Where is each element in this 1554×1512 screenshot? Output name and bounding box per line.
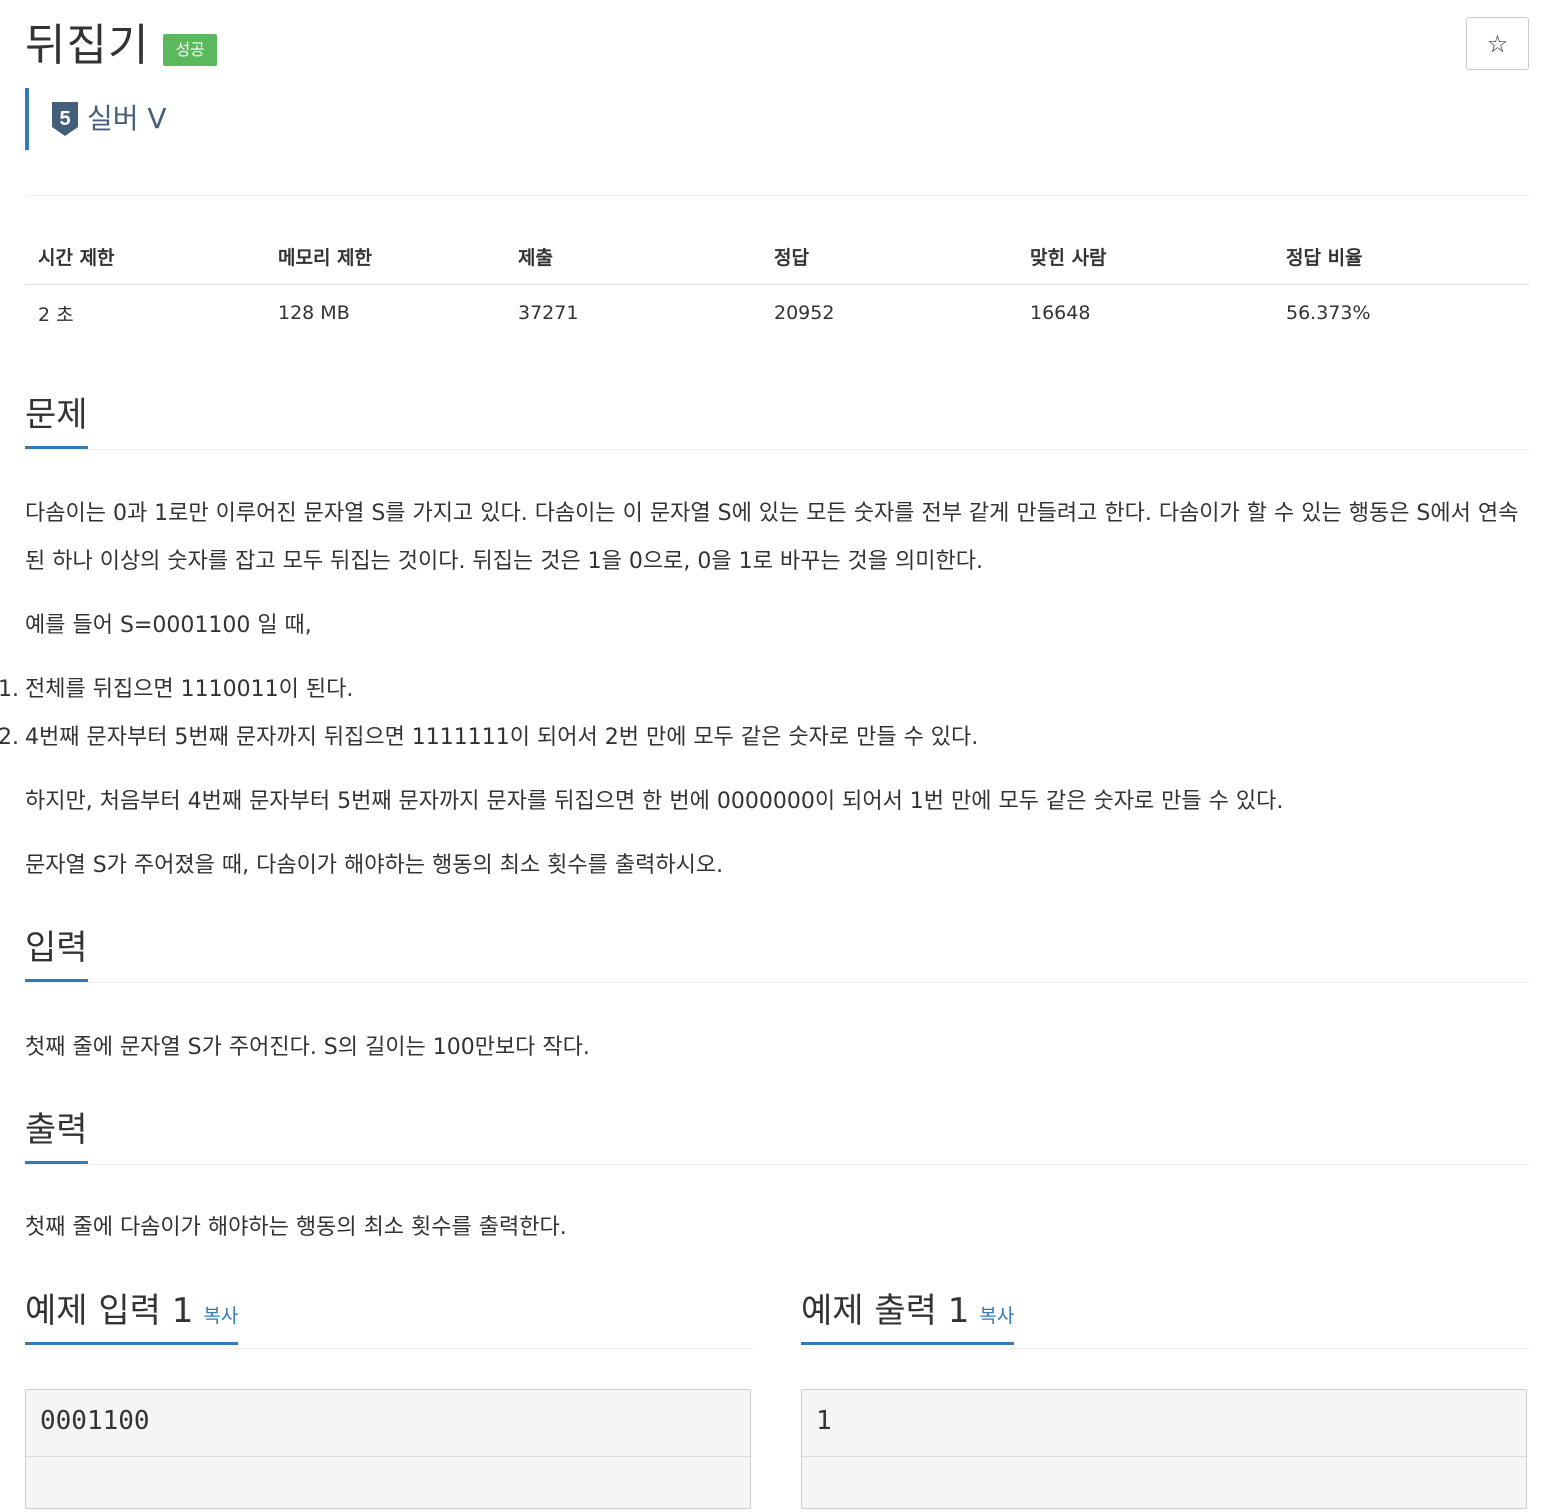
tier-block: 5 실버 V	[25, 88, 167, 150]
sample-output-title-wrap: 예제 출력 1 복사	[801, 1290, 1015, 1345]
list-item-text: 전체를 뒤집으면 1110011이 된다.	[25, 677, 354, 702]
sample-input-divider	[26, 1456, 750, 1457]
sample-input-title-wrap: 예제 입력 1 복사	[25, 1290, 239, 1345]
info-table-row: 2 초 128 MB 37271 20952 16648 56.373%	[25, 285, 1529, 342]
sample-output-column: 예제 출력 1 복사 1	[801, 1290, 1529, 1509]
list-item-number: 2.	[0, 725, 19, 750]
problem-title: 뒤집기	[25, 20, 150, 71]
description-section-divider	[25, 449, 1529, 450]
output-description: 첫째 줄에 다솜이가 해야하는 행동의 최소 횟수를 출력한다.	[25, 1215, 567, 1240]
sample-output-box[interactable]: 1	[801, 1389, 1527, 1509]
sample-input-copy-button[interactable]: 복사	[203, 1305, 238, 1327]
description-list: 1. 전체를 뒤집으면 1110011이 된다. 2. 4번째 문자부터 5번째…	[0, 666, 979, 762]
sample-output-text: 1	[816, 1406, 832, 1436]
sample-output-divider	[802, 1456, 1526, 1457]
description-paragraph-2: 예를 들어 S=0001100 일 때,	[25, 613, 312, 638]
sample-input-text: 0001100	[40, 1406, 150, 1436]
list-item-number: 1.	[0, 677, 19, 702]
silver-tier-icon: 5	[52, 102, 78, 136]
sample-input-header: 예제 입력 1 복사	[25, 1290, 753, 1349]
info-table-header-row: 시간 제한 메모리 제한 제출 정답 맞힌 사람 정답 비율	[25, 228, 1529, 285]
list-item: 2. 4번째 문자부터 5번째 문자까지 뒤집으면 1111111이 되어서 2…	[0, 714, 979, 762]
sample-input-title: 예제 입력 1	[25, 1291, 194, 1331]
info-header-memory: 메모리 제한	[265, 228, 505, 285]
description-section-title: 문제	[25, 398, 88, 449]
description-paragraph-4: 문자열 S가 주어졌을 때, 다솜이가 해야하는 행동의 최소 횟수를 출력하시…	[25, 853, 724, 878]
input-description: 첫째 줄에 문자열 S가 주어진다. S의 길이는 100만보다 작다.	[25, 1035, 590, 1060]
list-item-text: 4번째 문자부터 5번째 문자까지 뒤집으면 1111111이 되어서 2번 만…	[25, 725, 979, 750]
description-paragraph-1: 다솜이는 0과 1로만 이루어진 문자열 S를 가지고 있다. 다솜이는 이 문…	[25, 501, 1519, 574]
info-value-time: 2 초	[38, 303, 74, 326]
sample-input-box[interactable]: 0001100	[25, 1389, 751, 1509]
info-value-submissions[interactable]: 37271	[505, 285, 761, 342]
sample-output-header: 예제 출력 1 복사	[801, 1290, 1529, 1349]
info-header-time: 시간 제한	[25, 228, 265, 285]
tier-level-text: 5	[59, 108, 70, 130]
result-badge: 성공	[163, 34, 217, 66]
sample-input-column: 예제 입력 1 복사 0001100	[25, 1290, 753, 1509]
sample-output-copy-button[interactable]: 복사	[979, 1305, 1014, 1327]
input-section-title: 입력	[25, 931, 88, 982]
description-paragraph-3: 하지만, 처음부터 4번째 문자부터 5번째 문자까지 문자를 뒤집으면 한 번…	[25, 789, 1284, 814]
info-header-solvers: 맞힌 사람	[1017, 228, 1273, 285]
output-section-title: 출력	[25, 1113, 88, 1164]
input-section-divider	[25, 982, 1529, 983]
info-table: 시간 제한 메모리 제한 제출 정답 맞힌 사람 정답 비율 2 초 128 M…	[25, 228, 1529, 341]
tier-name[interactable]: 실버 V	[87, 105, 167, 133]
star-button[interactable]: ☆	[1466, 17, 1529, 70]
info-header-accepted: 정답	[761, 228, 1017, 285]
top-divider	[25, 195, 1529, 196]
info-value-accepted[interactable]: 20952	[761, 285, 1017, 342]
sample-output-title: 예제 출력 1	[801, 1291, 970, 1331]
info-value-ratio: 56.373%	[1286, 302, 1371, 324]
list-item: 1. 전체를 뒤집으면 1110011이 된다.	[0, 666, 978, 714]
title-row: 뒤집기 성공	[25, 14, 217, 78]
info-value-solvers[interactable]: 16648	[1017, 285, 1273, 342]
star-icon: ☆	[1486, 29, 1509, 58]
info-header-submissions: 제출	[505, 228, 761, 285]
info-header-ratio: 정답 비율	[1273, 228, 1529, 285]
info-value-memory: 128 MB	[278, 302, 350, 324]
output-section-divider	[25, 1164, 1529, 1165]
